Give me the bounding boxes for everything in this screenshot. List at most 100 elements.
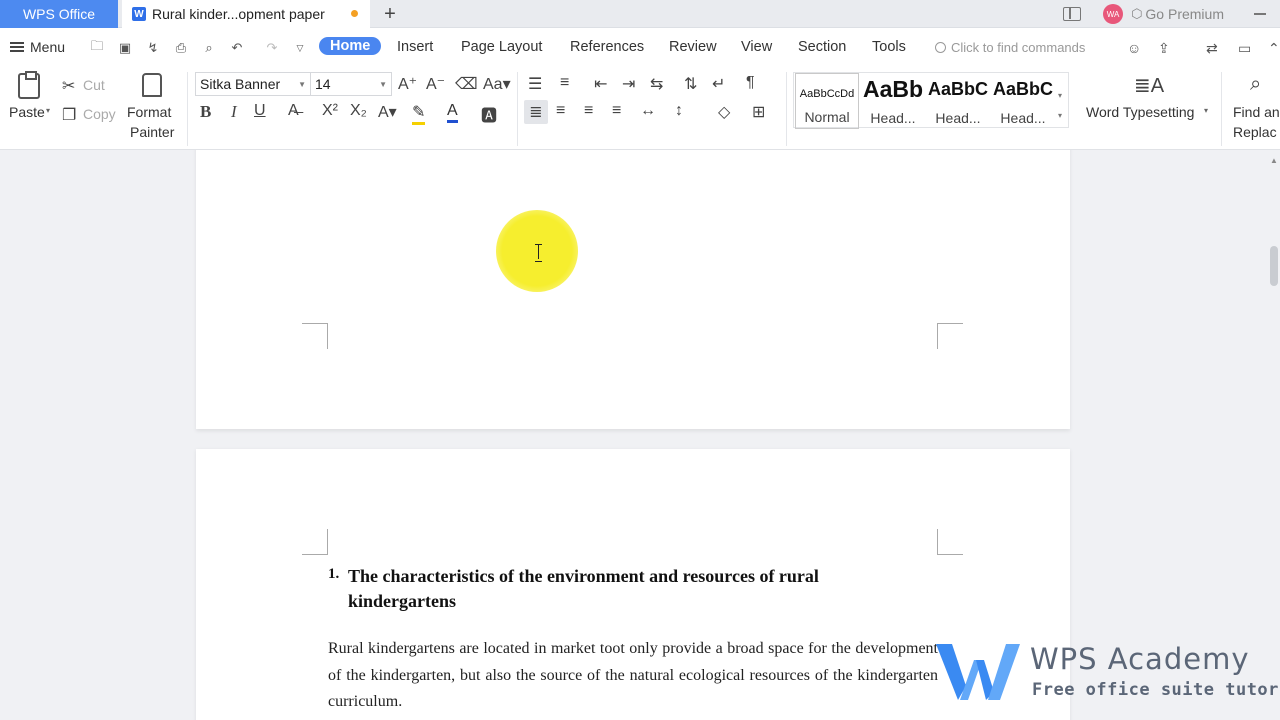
customize-dropdown-icon[interactable]: ▽ [292,40,308,56]
font-size-select[interactable]: 14 ▼ [310,72,392,96]
undo-icon[interactable]: ↶ [229,40,245,56]
shading-icon[interactable]: ◇ [718,102,730,122]
text-direction-icon[interactable]: ⇆ [650,74,663,94]
go-premium-label: Go Premium [1145,6,1224,22]
sort-icon[interactable]: ⇅ [684,74,697,94]
avatar[interactable]: WA [1103,4,1124,24]
cut-button[interactable]: Cut [83,77,105,93]
ribbon: Paste ▾ ✂ Cut ❐ Copy Format Painter Sitk… [0,68,1280,150]
styles-more-icon[interactable]: ▾ [1058,111,1062,120]
grow-font-icon[interactable]: A⁺ [398,74,417,94]
document-page[interactable] [196,150,1070,429]
tab-section[interactable]: Section [798,39,846,55]
font-name-select[interactable]: Sitka Banner ▼ [195,72,311,96]
scroll-up-icon[interactable]: ▲ [1270,156,1278,165]
format-painter-label-2: Painter [130,124,175,140]
scroll-thumb[interactable] [1270,246,1278,286]
font-color-icon[interactable]: A [447,102,458,123]
show-marks-icon[interactable]: ¶ [746,74,755,92]
highlight-icon[interactable]: ✎ [412,102,426,125]
vertical-scrollbar[interactable]: ▲ [1268,150,1280,720]
window-layout-icon[interactable] [1063,7,1082,21]
tab-document[interactable]: W Rural kinder...opment paper [122,0,370,28]
underline-button[interactable]: U [254,102,266,120]
bold-button[interactable]: B [200,102,211,122]
style-normal[interactable]: AaBbCcDd Normal [795,73,859,129]
go-premium-button[interactable]: ⬡ Go Premium [1131,6,1224,22]
clear-format-icon[interactable]: ⌫ [455,74,478,94]
open-folder-icon[interactable]: 🗀 [89,38,105,56]
tab-review[interactable]: Review [669,39,717,55]
copy-icon: ❐ [62,107,77,124]
shrink-font-icon[interactable]: A⁻ [426,74,445,94]
style-heading-2[interactable]: AaBbC Head... [926,73,990,129]
copy-button[interactable]: Copy [83,106,116,122]
titlebar-right: WA ⬡ Go Premium [1063,0,1280,28]
redo-icon[interactable]: ↷ [264,40,280,56]
increase-indent-icon[interactable]: ⇥ [622,74,635,94]
strikethrough-icon[interactable]: A̶ [288,102,299,120]
command-search-input[interactable]: Click to find commands [935,40,1085,55]
borders-icon[interactable]: ⊞ [752,102,765,122]
watermark-title: WPS Academy [1030,642,1250,676]
menu-bar: Menu 🗀 ▣ ↯ ⎙ ⌕ ↶ ↷ ▽ Home Insert Page La… [0,28,1280,68]
tab-view[interactable]: View [741,39,772,55]
section-heading[interactable]: The characteristics of the environment a… [348,564,908,614]
numbered-list-icon[interactable]: ≡ [560,74,569,92]
style-heading-3[interactable]: AaBbC Head... [991,73,1055,129]
share-icon[interactable]: ⇪ [1158,40,1170,57]
word-typesetting-label: Word Typesetting [1086,104,1195,120]
align-center-icon[interactable]: ≡ [556,102,565,120]
unsaved-dot-icon [351,10,358,17]
more-tools-icon[interactable]: ⇄ [1206,40,1218,57]
minimize-icon[interactable] [1254,13,1266,15]
comment-icon[interactable]: ▭ [1238,40,1251,57]
writer-doc-icon: W [132,7,146,21]
ribbon-collapse-icon[interactable]: ⌃ [1268,40,1280,57]
menu-button[interactable]: Menu [10,39,65,55]
styles-gallery: AaBbCcDd Normal AaBb Head... AaBbC Head.… [793,72,1069,129]
line-break-icon[interactable]: ↵ [712,74,725,94]
tab-tools[interactable]: Tools [872,39,906,55]
paste-dropdown-icon[interactable]: ▾ [46,106,50,115]
superscript-icon[interactable]: X² [322,102,338,120]
subscript-icon[interactable]: X₂ [350,102,367,120]
ribbon-divider [517,72,518,146]
new-tab-button[interactable]: + [380,2,400,26]
line-spacing-icon[interactable]: ↕ [675,102,683,120]
tab-page-layout[interactable]: Page Layout [461,39,542,55]
decrease-indent-icon[interactable]: ⇤ [594,74,607,94]
heading-number: 1. [328,566,340,582]
shield-icon: ⬡ [1131,6,1143,21]
style-heading-1[interactable]: AaBb Head... [861,73,925,129]
page-margin-corner [937,529,963,555]
font-name-value: Sitka Banner [200,76,281,92]
print-icon[interactable]: ⎙ [173,40,189,56]
tab-document-label: Rural kinder...opment paper [152,6,325,22]
export-icon[interactable]: ↯ [145,40,161,56]
find-replace-label-2: Replac [1233,124,1277,140]
scissors-icon: ✂ [62,78,76,95]
align-right-icon[interactable]: ≡ [584,102,593,120]
body-paragraph[interactable]: Rural kindergartens are located in marke… [328,636,938,716]
align-left-icon[interactable]: ≣ [524,100,548,124]
text-effect-icon[interactable]: A▾ [378,102,397,122]
collaborate-icon[interactable]: ☺ [1127,40,1141,56]
styles-scroll-icon[interactable]: ▾ [1058,91,1062,100]
tab-wps-office[interactable]: WPS Office [0,0,118,28]
print-preview-icon[interactable]: ⌕ [201,40,217,56]
change-case-icon[interactable]: Aa▾ [483,74,511,94]
bullet-list-icon[interactable]: ☰ [528,74,542,94]
distribute-icon[interactable]: ↔ [640,102,656,120]
tab-home[interactable]: Home [319,37,382,55]
watermark-subtitle: Free office suite tutorials [1032,680,1280,700]
character-border-icon[interactable]: 🅰 [481,102,497,126]
tab-references[interactable]: References [570,39,644,55]
tab-insert[interactable]: Insert [397,39,433,55]
page-margin-corner [302,323,328,349]
ribbon-divider [786,72,787,146]
save-icon[interactable]: ▣ [117,40,133,56]
document-canvas[interactable]: 1. The characteristics of the environmen… [0,150,1280,720]
justify-icon[interactable]: ≡ [612,102,621,120]
italic-button[interactable]: I [231,102,237,122]
